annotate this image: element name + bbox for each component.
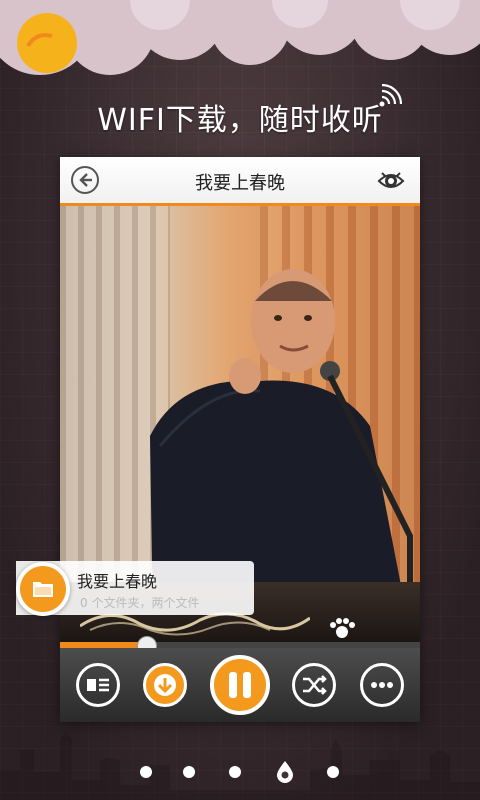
folder-button[interactable] bbox=[16, 562, 70, 616]
page-dot[interactable] bbox=[140, 766, 152, 778]
playback-controls bbox=[60, 648, 420, 722]
page-dot[interactable] bbox=[229, 766, 241, 778]
eye-icon[interactable] bbox=[376, 166, 406, 196]
shuffle-button[interactable] bbox=[292, 663, 336, 707]
wifi-icon bbox=[379, 84, 402, 107]
page-indicator bbox=[0, 760, 480, 784]
song-card-title: 我要上春晚 bbox=[77, 572, 158, 591]
city-skyline bbox=[0, 730, 480, 800]
playlist-icon bbox=[87, 678, 109, 692]
player-title: 我要上春晚 bbox=[195, 173, 285, 194]
playlist-button[interactable] bbox=[76, 663, 120, 707]
player-topbar: 我要上春晚 bbox=[60, 157, 420, 206]
paw-icon bbox=[330, 618, 355, 638]
more-button[interactable] bbox=[360, 663, 404, 707]
folder-icon bbox=[33, 582, 53, 597]
download-icon bbox=[154, 674, 176, 696]
more-icon bbox=[371, 682, 393, 688]
player-screen: 我要上春晚 bbox=[60, 157, 420, 722]
headline: WIFI下载，随时收听 bbox=[97, 103, 383, 138]
app-logo-icon bbox=[17, 13, 77, 73]
page-dot-active[interactable] bbox=[276, 760, 294, 784]
song-card-subtitle: 0 个文件夹，两个文件 bbox=[80, 596, 200, 610]
page-dot[interactable] bbox=[327, 766, 339, 778]
folder-badge bbox=[20, 566, 66, 612]
shuffle-icon bbox=[303, 675, 327, 695]
pause-icon bbox=[229, 672, 251, 698]
download-button[interactable] bbox=[143, 663, 187, 707]
pause-button[interactable] bbox=[210, 655, 270, 715]
page-dot[interactable] bbox=[183, 766, 195, 778]
